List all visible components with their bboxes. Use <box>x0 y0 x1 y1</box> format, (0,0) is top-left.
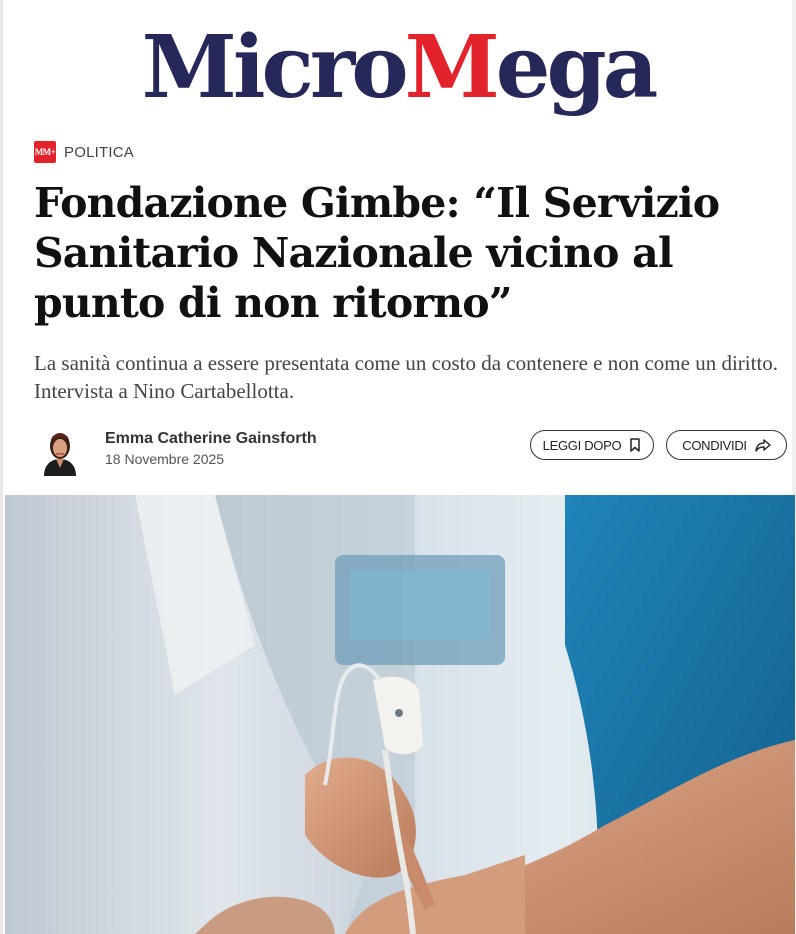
publish-date: 18 Novembre 2025 <box>105 451 225 467</box>
author-avatar[interactable] <box>38 426 82 476</box>
read-later-label: LEGGI DOPO <box>542 437 622 453</box>
mm-plus-badge: MM+ <box>34 141 56 163</box>
share-button[interactable]: CONDIVIDI <box>666 430 787 460</box>
share-icon <box>755 438 771 452</box>
bookmark-icon <box>629 438 641 452</box>
share-label: CONDIVIDI <box>682 437 747 453</box>
read-later-button[interactable]: LEGGI DOPO <box>530 430 654 460</box>
category-row: MM+ POLITICA <box>34 141 134 163</box>
site-logo[interactable]: MicroMega <box>0 18 796 118</box>
window-edge-left <box>0 0 3 934</box>
hero-image <box>5 495 795 934</box>
author-byline: Emma Catherine Gainsforth 18 Novembre 20… <box>34 424 788 480</box>
category-label[interactable]: POLITICA <box>64 144 134 161</box>
author-name[interactable]: Emma Catherine Gainsforth <box>105 430 317 448</box>
article-subtitle: La sanità continua a essere presentata c… <box>34 351 779 403</box>
article-title: Fondazione Gimbe: “Il Servizio Sanitario… <box>34 179 720 327</box>
